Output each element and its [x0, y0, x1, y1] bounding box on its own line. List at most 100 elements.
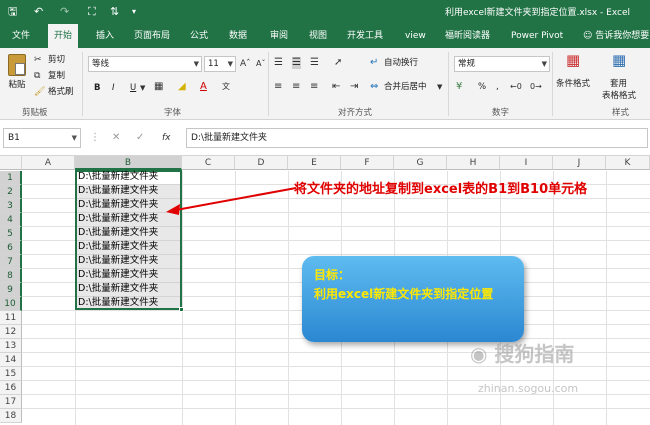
tab-review[interactable]: 审阅	[270, 24, 288, 48]
row-header[interactable]: 8	[0, 269, 22, 283]
tab-page-layout[interactable]: 页面布局	[134, 24, 170, 48]
align-center-icon[interactable]: ≡	[292, 81, 300, 93]
decrease-font-icon[interactable]: Aˇ	[256, 58, 265, 70]
align-right-icon[interactable]: ≡	[310, 81, 318, 93]
row-header[interactable]: 14	[0, 353, 22, 367]
row-header[interactable]: 10	[0, 297, 22, 311]
row-header[interactable]: 9	[0, 283, 22, 297]
align-top-icon[interactable]: ☰	[274, 57, 283, 69]
column-header[interactable]: D	[235, 156, 288, 170]
decrease-indent-icon[interactable]: ⇤	[332, 81, 340, 93]
cell-b5[interactable]: D:\批量新建文件夹	[76, 226, 182, 240]
column-header[interactable]: G	[394, 156, 447, 170]
cell-b7[interactable]: D:\批量新建文件夹	[76, 254, 182, 268]
table-format-button-line1[interactable]: 套用	[610, 78, 627, 90]
font-color-icon[interactable]: A	[200, 81, 207, 93]
row-header[interactable]: 11	[0, 311, 22, 325]
decrease-decimal-icon[interactable]: 0→	[530, 81, 542, 93]
tab-view[interactable]: 视图	[309, 24, 327, 48]
enter-icon[interactable]: ✓	[136, 132, 144, 144]
table-format-button-line2[interactable]: 表格格式	[602, 90, 636, 102]
align-bottom-icon[interactable]: ☰	[310, 57, 319, 69]
tell-me-search[interactable]: ☺ 告诉我你想要	[583, 24, 649, 48]
border-icon[interactable]: ▦	[154, 81, 163, 93]
group-divider	[82, 52, 83, 116]
tab-data[interactable]: 数据	[229, 24, 247, 48]
orientation-icon[interactable]: ➚	[334, 57, 342, 69]
tab-view-addin[interactable]: view	[405, 24, 426, 48]
copy-button[interactable]: 复制	[48, 70, 65, 82]
conditional-format-button[interactable]: 条件格式	[556, 78, 590, 90]
cell-b8[interactable]: D:\批量新建文件夹	[76, 268, 182, 282]
tab-foxit-reader[interactable]: 福昕阅读器	[445, 24, 490, 48]
row-header[interactable]: 12	[0, 325, 22, 339]
select-all-corner[interactable]	[0, 156, 22, 170]
name-box[interactable]: B1 ▼	[3, 128, 81, 148]
increase-indent-icon[interactable]: ⇥	[350, 81, 358, 93]
cell-b6[interactable]: D:\批量新建文件夹	[76, 240, 182, 254]
row-header[interactable]: 18	[0, 409, 22, 423]
formula-input[interactable]: D:\批量新建文件夹	[186, 128, 648, 148]
column-header[interactable]: I	[500, 156, 553, 170]
row-header[interactable]: 17	[0, 395, 22, 409]
fill-color-icon[interactable]: ◢	[178, 81, 186, 93]
row-header[interactable]: 6	[0, 241, 22, 255]
wrap-text-icon: ↵	[370, 57, 379, 68]
bold-button[interactable]: B	[94, 82, 100, 94]
chevron-down-icon[interactable]: ▼	[140, 82, 145, 94]
wrap-text-button[interactable]: 自动换行	[384, 57, 418, 69]
tab-insert[interactable]: 插入	[96, 24, 114, 48]
tab-formulas[interactable]: 公式	[190, 24, 208, 48]
comma-button[interactable]: ,	[496, 81, 499, 93]
paste-button[interactable]: 粘贴	[4, 54, 30, 98]
row-header[interactable]: 13	[0, 339, 22, 353]
percent-button[interactable]: %	[478, 81, 486, 93]
underline-button[interactable]: U	[130, 82, 136, 94]
row-header[interactable]: 5	[0, 227, 22, 241]
cut-button[interactable]: 剪切	[48, 54, 65, 66]
grid-line	[22, 408, 650, 409]
increase-font-icon[interactable]: Aˆ	[240, 58, 251, 70]
table-format-icon: ▦	[612, 51, 627, 69]
increase-decimal-icon[interactable]: ←0	[510, 81, 522, 93]
column-header[interactable]: J	[553, 156, 606, 170]
number-format-select[interactable]: 常规 ▼	[454, 56, 550, 72]
insert-function-button[interactable]: fx	[162, 132, 171, 144]
tab-file[interactable]: 文件	[12, 24, 30, 48]
row-header[interactable]: 1	[0, 171, 22, 185]
row-header[interactable]: 7	[0, 255, 22, 269]
callout-body: 利用excel新建文件夹到指定位置	[314, 287, 494, 301]
column-header[interactable]: H	[447, 156, 500, 170]
column-header[interactable]: F	[341, 156, 394, 170]
row-header[interactable]: 15	[0, 367, 22, 381]
styles-group-label: 样式	[612, 108, 630, 118]
column-header[interactable]: A	[22, 156, 75, 170]
chevron-down-icon[interactable]: ▼	[437, 81, 442, 93]
column-header[interactable]: K	[606, 156, 650, 170]
italic-button[interactable]: I	[112, 82, 115, 94]
row-header[interactable]: 4	[0, 213, 22, 227]
merge-icon: ⇔	[370, 81, 379, 92]
callout-title: 目标：	[314, 268, 351, 282]
phonetic-icon[interactable]: 文	[222, 81, 230, 93]
align-middle-icon[interactable]: ☰	[292, 57, 301, 69]
column-header[interactable]: C	[182, 156, 235, 170]
merge-center-button[interactable]: 合并后居中	[384, 81, 427, 93]
accounting-icon[interactable]: ¥	[456, 81, 462, 93]
font-size-select[interactable]: 11 ▼	[204, 56, 236, 72]
font-name-select[interactable]: 等线 ▼	[88, 56, 202, 72]
tab-developer[interactable]: 开发工具	[347, 24, 383, 48]
row-header[interactable]: 2	[0, 185, 22, 199]
column-header[interactable]: E	[288, 156, 341, 170]
tab-home[interactable]: 开始	[48, 24, 79, 48]
tab-power-pivot[interactable]: Power Pivot	[511, 24, 563, 48]
cancel-icon[interactable]: ✕	[112, 132, 120, 144]
align-left-icon[interactable]: ≡	[274, 81, 282, 93]
row-header[interactable]: 16	[0, 381, 22, 395]
watermark-url: zhinan.sogou.com	[478, 382, 579, 395]
format-painter-button[interactable]: 格式刷	[48, 86, 74, 98]
cell-b9[interactable]: D:\批量新建文件夹	[76, 282, 182, 296]
cell-b10[interactable]: D:\批量新建文件夹	[76, 296, 182, 310]
column-header[interactable]: B	[75, 156, 182, 170]
row-header[interactable]: 3	[0, 199, 22, 213]
